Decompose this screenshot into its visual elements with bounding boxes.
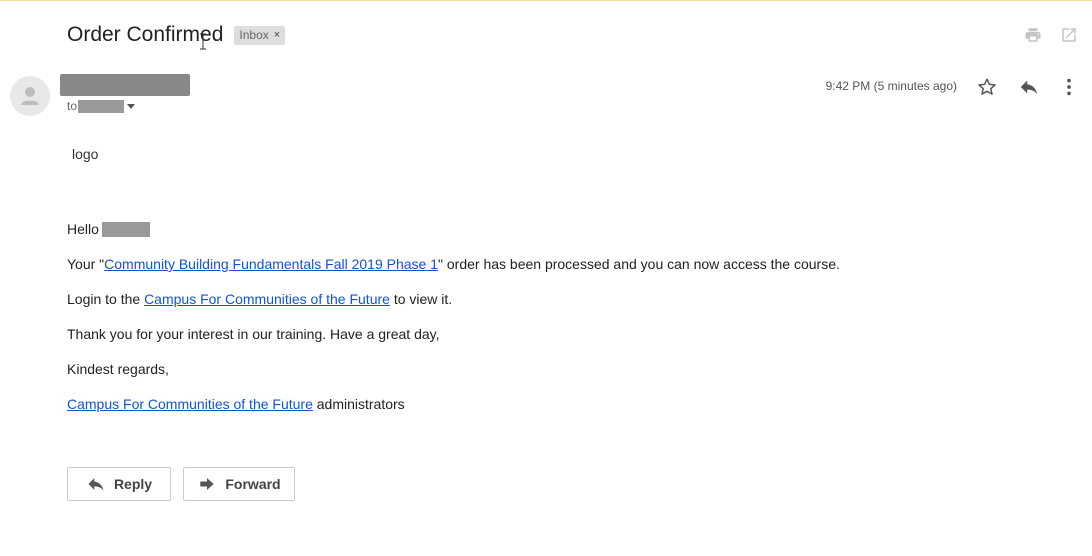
default-avatar-icon bbox=[21, 87, 39, 105]
campus-link[interactable]: Campus For Communities of the Future bbox=[144, 291, 390, 307]
reply-button[interactable]: Reply bbox=[67, 467, 171, 501]
login-paragraph: Login to the Campus For Communities of t… bbox=[67, 291, 452, 307]
label-name: Inbox bbox=[239, 27, 269, 42]
recipient-name-redacted bbox=[101, 222, 150, 237]
sender-name-redacted bbox=[60, 74, 190, 96]
to-prefix: to bbox=[67, 99, 78, 113]
message-timestamp: 9:42 PM (5 minutes ago) bbox=[825, 79, 957, 93]
inbox-label-chip[interactable]: Inbox × bbox=[234, 25, 286, 45]
recipient-line: to bbox=[67, 99, 136, 113]
order-suffix: " order has been processed and you can n… bbox=[438, 256, 840, 272]
signature-paragraph: Campus For Communities of the Future adm… bbox=[67, 396, 405, 412]
greeting-text: Hello bbox=[67, 221, 99, 237]
thanks-paragraph: Thank you for your interest in our train… bbox=[67, 326, 440, 342]
more-vert-icon[interactable] bbox=[1058, 76, 1080, 98]
logo-alt-text: logo bbox=[72, 146, 99, 162]
top-border bbox=[0, 0, 1092, 1]
signature-campus-link[interactable]: Campus For Communities of the Future bbox=[67, 396, 313, 412]
login-prefix: Login to the bbox=[67, 291, 145, 307]
course-link[interactable]: Community Building Fundamentals Fall 201… bbox=[104, 256, 438, 272]
sender-avatar bbox=[10, 76, 50, 116]
show-details-chevron-icon[interactable] bbox=[127, 103, 136, 109]
greeting-paragraph: Hello bbox=[67, 221, 150, 237]
star-icon[interactable] bbox=[976, 76, 998, 98]
reply-icon[interactable] bbox=[1018, 76, 1040, 98]
forward-button[interactable]: Forward bbox=[183, 467, 295, 501]
open-in-new-window-icon[interactable] bbox=[1060, 26, 1078, 44]
print-icon[interactable] bbox=[1024, 26, 1042, 44]
reply-button-label: Reply bbox=[113, 476, 153, 492]
forward-button-label: Forward bbox=[225, 476, 281, 492]
reply-arrow-icon bbox=[88, 478, 104, 491]
login-suffix: to view it. bbox=[389, 291, 453, 307]
remove-label-button[interactable]: × bbox=[274, 29, 280, 41]
subject-row: Order Confirmed Inbox × bbox=[67, 20, 286, 50]
text-cursor-icon bbox=[200, 33, 206, 50]
regards-paragraph: Kindest regards, bbox=[67, 361, 169, 377]
order-prefix: Your " bbox=[67, 256, 105, 272]
order-paragraph: Your "Community Building Fundamentals Fa… bbox=[67, 256, 840, 272]
recipient-redacted bbox=[78, 99, 125, 113]
forward-arrow-icon bbox=[200, 478, 215, 490]
logo-image-broken: logo bbox=[72, 146, 98, 162]
signature-suffix: administrators bbox=[312, 396, 405, 412]
